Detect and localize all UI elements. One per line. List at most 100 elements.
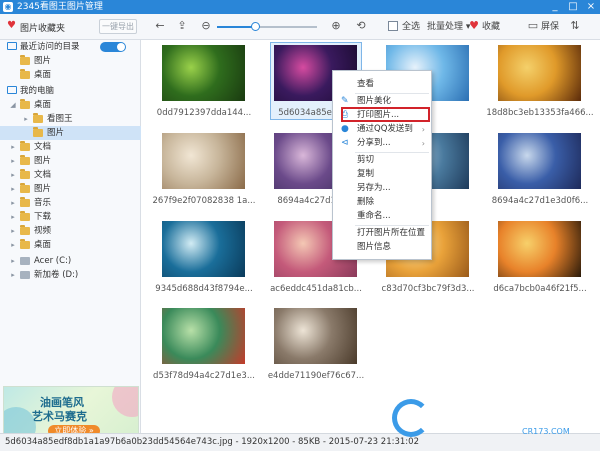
sidebar: ♥ 图片收藏夹 一键导出 最近访问的目录 图片 桌面 我的电脑 ◢ 桌面 ▸ 看… bbox=[0, 14, 141, 442]
print-highlight-box bbox=[341, 107, 430, 122]
thumbnail-image[interactable] bbox=[498, 133, 581, 189]
sidebar-item-desktop[interactable]: 桌面 bbox=[0, 68, 141, 82]
expand-arrow-icon[interactable]: ▸ bbox=[9, 140, 17, 154]
expand-arrow-icon[interactable]: ▸ bbox=[9, 254, 17, 268]
sidebar-item-drive-d[interactable]: ▸ 新加卷 (D:) bbox=[0, 268, 141, 282]
expand-arrow-icon[interactable]: ▸ bbox=[9, 196, 17, 210]
sidebar-item-kantuwang[interactable]: ▸ 看图王 bbox=[0, 112, 141, 126]
menu-separator bbox=[355, 93, 429, 94]
thumbnail-image[interactable] bbox=[498, 221, 581, 277]
expand-arrow-icon[interactable]: ▸ bbox=[9, 182, 17, 196]
minimize-button[interactable]: _ bbox=[546, 0, 564, 14]
sidebar-item-label: 文档 bbox=[34, 142, 52, 152]
share-icon: ⊲ bbox=[341, 138, 349, 148]
sidebar-item-downloads[interactable]: ▸ 下载 bbox=[0, 210, 141, 224]
zoom-out-icon[interactable]: ⊖ bbox=[199, 19, 213, 33]
context-menu-item[interactable]: 剪切 bbox=[333, 154, 431, 167]
close-button[interactable]: × bbox=[582, 0, 600, 14]
thumbnail-image[interactable] bbox=[498, 45, 581, 101]
select-all-checkbox[interactable] bbox=[388, 21, 398, 31]
sidebar-item-pictures-selected[interactable]: 图片 bbox=[0, 126, 141, 140]
zoom-slider-knob[interactable] bbox=[251, 22, 260, 31]
expand-arrow-icon[interactable]: ▸ bbox=[9, 210, 17, 224]
folder-icon bbox=[20, 99, 30, 109]
sidebar-item-label: 文档 bbox=[34, 170, 52, 180]
menu-separator bbox=[355, 225, 429, 226]
zoom-slider-fill bbox=[217, 26, 255, 28]
expand-arrow-icon[interactable]: ▸ bbox=[22, 112, 30, 126]
heart-icon[interactable]: ♥ bbox=[467, 19, 481, 33]
drive-icon bbox=[20, 257, 30, 265]
context-menu-item[interactable]: 复制 bbox=[333, 168, 431, 181]
thumbnail-image[interactable] bbox=[162, 221, 245, 277]
expand-arrow-icon[interactable]: ▸ bbox=[9, 154, 17, 168]
expand-arrow-icon[interactable]: ◢ bbox=[9, 98, 17, 112]
thumbnail-image[interactable] bbox=[274, 308, 357, 364]
context-menu-item[interactable]: 另存为... bbox=[333, 182, 431, 195]
sidebar-item-label: 桌面 bbox=[34, 240, 52, 250]
title-bar: ◉ 2345看图王图片管理 _ □ × bbox=[0, 0, 600, 14]
screensaver-button[interactable]: 屏保 bbox=[541, 20, 559, 34]
window-title: 2345看图王图片管理 bbox=[17, 2, 103, 12]
thumbnail-caption: e4dde71190ef76c67... bbox=[267, 371, 365, 381]
thumbnail-caption: d6ca7bcb0a46f21f5... bbox=[493, 284, 587, 294]
sidebar-item-pictures[interactable]: 图片 bbox=[0, 54, 141, 68]
sort-icon[interactable]: ⇅ bbox=[568, 19, 582, 33]
sidebar-item-recent[interactable]: 最近访问的目录 bbox=[0, 40, 141, 54]
sidebar-item-music[interactable]: ▸ 音乐 bbox=[0, 196, 141, 210]
context-menu-item[interactable]: ⊲ 分享到... › bbox=[333, 137, 431, 150]
watermark-site: CR173.COM bbox=[522, 427, 570, 436]
context-menu-item[interactable]: ● 通过QQ发送到 › bbox=[333, 123, 431, 136]
sidebar-item-videos[interactable]: ▸ 视频 bbox=[0, 224, 141, 238]
export-button[interactable]: 一键导出 bbox=[99, 19, 137, 34]
favorites-label[interactable]: 图片收藏夹 bbox=[20, 21, 65, 34]
expand-arrow-icon[interactable]: ▸ bbox=[9, 168, 17, 182]
zoom-slider[interactable] bbox=[217, 22, 317, 31]
folder-icon bbox=[20, 211, 30, 221]
up-folder-icon[interactable]: ⇪ bbox=[175, 19, 189, 33]
context-menu-label: 查看 bbox=[357, 79, 375, 89]
sidebar-item-documents[interactable]: ▸ 文档 bbox=[0, 140, 141, 154]
monitor-icon[interactable]: ▭ bbox=[526, 19, 540, 33]
maximize-button[interactable]: □ bbox=[564, 0, 582, 14]
chevron-right-icon: › bbox=[421, 125, 425, 134]
folder-icon bbox=[20, 239, 30, 249]
sidebar-item-documents-2[interactable]: ▸ 文档 bbox=[0, 168, 141, 182]
context-menu-item[interactable]: 重命名... bbox=[333, 210, 431, 223]
sidebar-item-pictures-3[interactable]: ▸ 图片 bbox=[0, 182, 141, 196]
folder-icon bbox=[20, 197, 30, 207]
context-menu-item[interactable]: 查看 bbox=[333, 78, 431, 91]
thumbnail-image[interactable] bbox=[162, 308, 245, 364]
expand-arrow-icon[interactable]: ▸ bbox=[9, 224, 17, 238]
thumbnail-caption: 267f9e2f07082838 1a... bbox=[152, 196, 256, 206]
expand-arrow-icon[interactable]: ▸ bbox=[9, 268, 17, 282]
thumbnail-image[interactable] bbox=[162, 45, 245, 101]
thumbnail-caption: d53f78d94a4c27d1e3... bbox=[153, 371, 255, 381]
menu-separator bbox=[355, 152, 429, 153]
context-menu-label: 复制 bbox=[357, 169, 375, 179]
qq-icon: ● bbox=[341, 124, 349, 134]
sidebar-item-drive-c[interactable]: ▸ Acer (C:) bbox=[0, 254, 141, 268]
sidebar-item-label: 看图王 bbox=[47, 114, 73, 124]
sidebar-item-label: 图片 bbox=[34, 184, 52, 194]
folder-icon bbox=[20, 141, 30, 151]
back-arrow-icon[interactable]: ← bbox=[153, 19, 167, 33]
zoom-in-icon[interactable]: ⊕ bbox=[329, 19, 343, 33]
batch-process-button[interactable]: 批量处理 ▾ bbox=[427, 20, 470, 34]
favorite-button[interactable]: 收藏 bbox=[482, 20, 500, 34]
sidebar-item-label: 视频 bbox=[34, 226, 52, 236]
thumbnail-image[interactable] bbox=[162, 133, 245, 189]
sidebar-item-desktop-2[interactable]: ▸ 桌面 bbox=[0, 238, 141, 252]
sidebar-item-label: 我的电脑 bbox=[20, 86, 55, 96]
rotate-icon[interactable]: ⟲ bbox=[354, 19, 368, 33]
select-all-label[interactable]: 全选 bbox=[402, 20, 420, 34]
sidebar-item-my-computer[interactable]: 我的电脑 bbox=[0, 84, 141, 98]
context-menu-item[interactable]: 图片信息 bbox=[333, 241, 431, 254]
batch-process-label: 批量处理 bbox=[427, 22, 464, 32]
sidebar-item-pictures-2[interactable]: ▸ 图片 bbox=[0, 154, 141, 168]
recent-toggle[interactable] bbox=[100, 42, 126, 52]
expand-arrow-icon[interactable]: ▸ bbox=[9, 238, 17, 252]
context-menu-item[interactable]: 打开图片所在位置 bbox=[333, 227, 431, 240]
context-menu-item[interactable]: 删除 bbox=[333, 196, 431, 209]
sidebar-item-desktop-tree[interactable]: ◢ 桌面 bbox=[0, 98, 141, 112]
